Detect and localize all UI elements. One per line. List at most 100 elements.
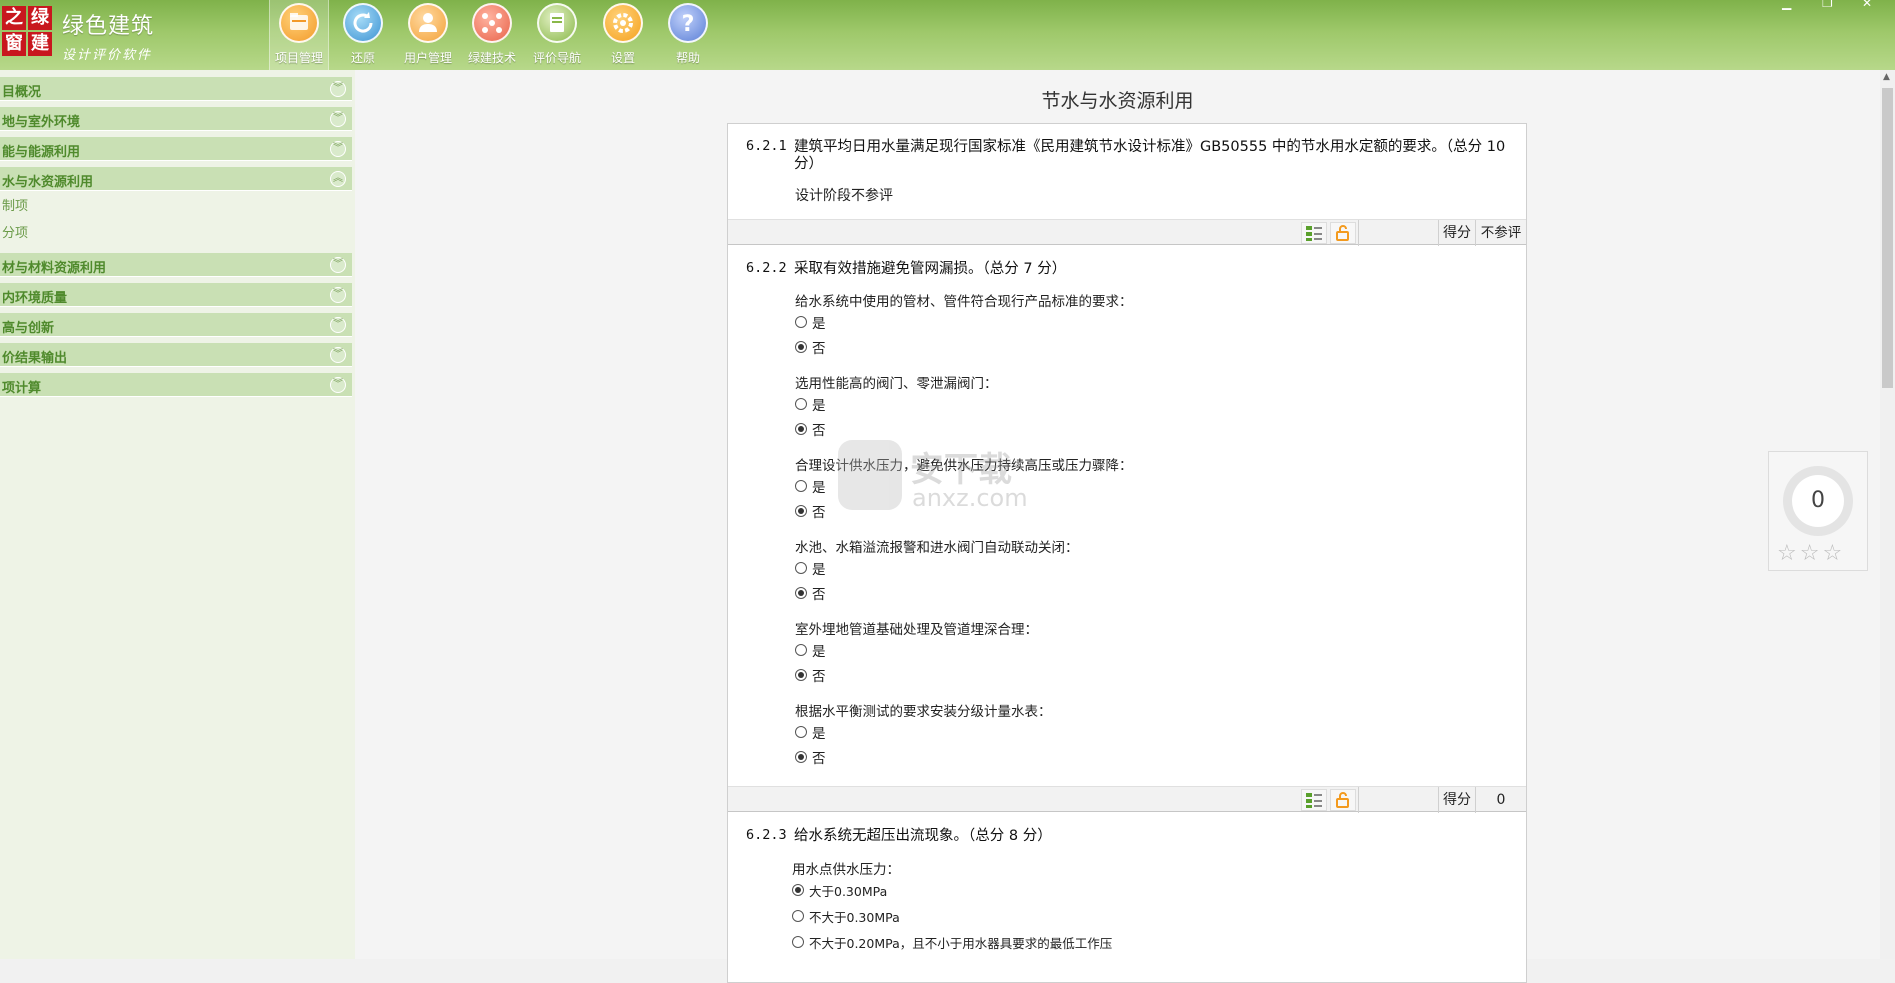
restore-icon[interactable]: ❐ — [1822, 0, 1833, 10]
main-content: 节水与水资源利用 6.2.1 建筑平均日用水量满足现行国家标准《民用建筑节水设计… — [355, 70, 1880, 983]
toolbar-label: 用户管理 — [403, 51, 452, 65]
radio-label: 否 — [812, 587, 826, 603]
radio-no[interactable]: 否 — [795, 584, 826, 603]
sidebar-section-materials[interactable]: 材与材料资源利用 ︾ — [0, 253, 352, 277]
radio-label: 大于0.30MPa — [809, 883, 888, 899]
radio-no[interactable]: 否 — [795, 420, 826, 439]
folder-icon — [279, 3, 319, 43]
toolbar-label: 帮助 — [675, 51, 700, 65]
radio-no[interactable]: 否 — [795, 748, 826, 767]
radio-label: 否 — [812, 505, 826, 521]
radio-yes[interactable]: 是 — [795, 723, 826, 742]
sidebar-item-score[interactable]: 分项 — [2, 222, 28, 241]
radio-button[interactable] — [795, 505, 807, 517]
radio-button[interactable] — [795, 669, 807, 681]
sidebar-section-energy[interactable]: 能与能源利用 ︾ — [0, 137, 352, 161]
radio-button[interactable] — [795, 751, 807, 763]
sidebar-section-label: 材与材料资源利用 — [2, 261, 107, 276]
chevron-down-icon[interactable]: ︾ — [330, 347, 346, 363]
logo-char: 绿 — [28, 6, 52, 30]
radio-no[interactable]: 否 — [795, 338, 826, 357]
sub-question-label: 室外埋地管道基础处理及管道埋深合理： — [795, 622, 1038, 638]
radio-label: 不大于0.20MPa，且不小于用水器具要求的最低工作压 — [809, 935, 1113, 951]
sidebar-section-project-overview[interactable]: 目概况 ︾ — [0, 77, 352, 101]
score-label: 得分 — [1438, 787, 1475, 813]
toolbar-restore-button[interactable]: 还原 — [333, 0, 393, 70]
sidebar-section-innovation[interactable]: 高与创新 ︾ — [0, 313, 352, 337]
radio-option[interactable]: 不大于0.20MPa，且不小于用水器具要求的最低工作压 — [792, 933, 1112, 951]
radio-button[interactable] — [795, 341, 807, 353]
chevron-down-icon[interactable]: ︾ — [330, 287, 346, 303]
radio-yes[interactable]: 是 — [795, 477, 826, 496]
toolbar-settings-button[interactable]: 设置 — [593, 0, 653, 70]
radio-label: 是 — [812, 644, 826, 660]
unlock-icon[interactable] — [1330, 789, 1356, 811]
star-rating: ☆☆☆ — [1777, 541, 1863, 566]
sidebar-section-label: 目概况 — [2, 85, 42, 100]
score-value: 0 — [1475, 787, 1526, 813]
radio-button[interactable] — [795, 644, 807, 656]
toolbar-label: 设置 — [610, 51, 635, 65]
radio-button[interactable] — [792, 936, 804, 948]
toolbar-project-manage-button[interactable]: 项目管理 — [269, 0, 329, 70]
brand: 绿色建筑 设计评价软件 — [62, 8, 154, 63]
radio-button[interactable] — [795, 726, 807, 738]
scroll-up-icon[interactable]: ▲ — [1883, 72, 1890, 82]
sidebar-section-water[interactable]: 水与水资源利用 ︽ — [0, 167, 352, 191]
radio-no[interactable]: 否 — [795, 666, 826, 685]
sub-question-label: 用水点供水压力： — [792, 862, 900, 878]
chevron-down-icon[interactable]: ︾ — [330, 111, 346, 127]
radio-button[interactable] — [795, 423, 807, 435]
question-text: 建筑平均日用水量满足现行国家标准《民用建筑节水设计标准》GB50555 中的节水… — [794, 139, 1506, 172]
radio-button[interactable] — [795, 398, 807, 410]
radio-button[interactable] — [792, 910, 804, 922]
chevron-down-icon[interactable]: ︾ — [330, 141, 346, 157]
chevron-down-icon[interactable]: ︾ — [330, 257, 346, 273]
chevron-down-icon[interactable]: ︾ — [330, 317, 346, 333]
chevron-down-icon[interactable]: ︾ — [330, 377, 346, 393]
sidebar-section-calculation[interactable]: 项计算 ︾ — [0, 373, 352, 397]
toolbar-eval-nav-button[interactable]: 评价导航 — [527, 0, 587, 70]
sidebar-section-indoor[interactable]: 内环境质量 ︾ — [0, 283, 352, 307]
radio-no[interactable]: 否 — [795, 502, 826, 521]
close-icon[interactable]: ✕ — [1862, 0, 1872, 10]
star-icon: ☆ — [1799, 541, 1823, 566]
radio-yes[interactable]: 是 — [795, 559, 826, 578]
list-icon[interactable] — [1301, 789, 1327, 811]
toolbar-user-manage-button[interactable]: 用户管理 — [398, 0, 458, 70]
radio-yes[interactable]: 是 — [795, 641, 826, 660]
scroll-thumb[interactable] — [1882, 88, 1893, 388]
radio-button[interactable] — [795, 480, 807, 492]
users-icon — [408, 3, 448, 43]
question-6-2-2: 6.2.2 — [746, 260, 794, 276]
radio-yes[interactable]: 是 — [795, 313, 826, 332]
list-icon[interactable] — [1301, 222, 1327, 244]
radio-button[interactable] — [795, 562, 807, 574]
question-note: 设计阶段不参评 — [795, 188, 893, 204]
radio-option[interactable]: 不大于0.30MPa — [792, 907, 900, 925]
question-number: 6.2.3 — [746, 827, 787, 843]
radio-option[interactable]: 大于0.30MPa — [792, 881, 887, 899]
sidebar-section-label: 内环境质量 — [2, 291, 68, 306]
sidebar-section-label: 高与创新 — [2, 321, 55, 336]
toolbar-help-button[interactable]: ? 帮助 — [658, 0, 718, 70]
radio-button[interactable] — [795, 316, 807, 328]
radio-button[interactable] — [795, 587, 807, 599]
chevron-down-icon[interactable]: ︾ — [330, 81, 346, 97]
sidebar-section-result-output[interactable]: 价结果输出 ︾ — [0, 343, 352, 367]
app-logo: 之 绿 窗 建 — [2, 6, 52, 56]
question-6-2-3: 6.2.3 — [746, 827, 794, 843]
sidebar-item-control[interactable]: 制项 — [2, 195, 28, 214]
chevron-up-icon[interactable]: ︽ — [330, 171, 346, 187]
sidebar-section-site-environment[interactable]: 地与室外环境 ︾ — [0, 107, 352, 131]
brand-name: 绿色建筑 — [62, 14, 155, 39]
top-toolbar: 之 绿 窗 建 绿色建筑 设计评价软件 项目管理 还原 用户管理 绿建技术 评价… — [0, 0, 1895, 70]
question-text: 采取有效措施避免管网漏损。（总分 7 分） — [794, 261, 1067, 277]
radio-button[interactable] — [792, 884, 804, 896]
radio-yes[interactable]: 是 — [795, 395, 826, 414]
vertical-scrollbar[interactable]: ▲ — [1880, 70, 1895, 959]
toolbar-green-tech-button[interactable]: 绿建技术 — [462, 0, 522, 70]
minimize-icon[interactable]: ▁ — [1782, 0, 1791, 10]
unlock-icon[interactable] — [1330, 222, 1356, 244]
svg-text:?: ? — [682, 12, 695, 37]
